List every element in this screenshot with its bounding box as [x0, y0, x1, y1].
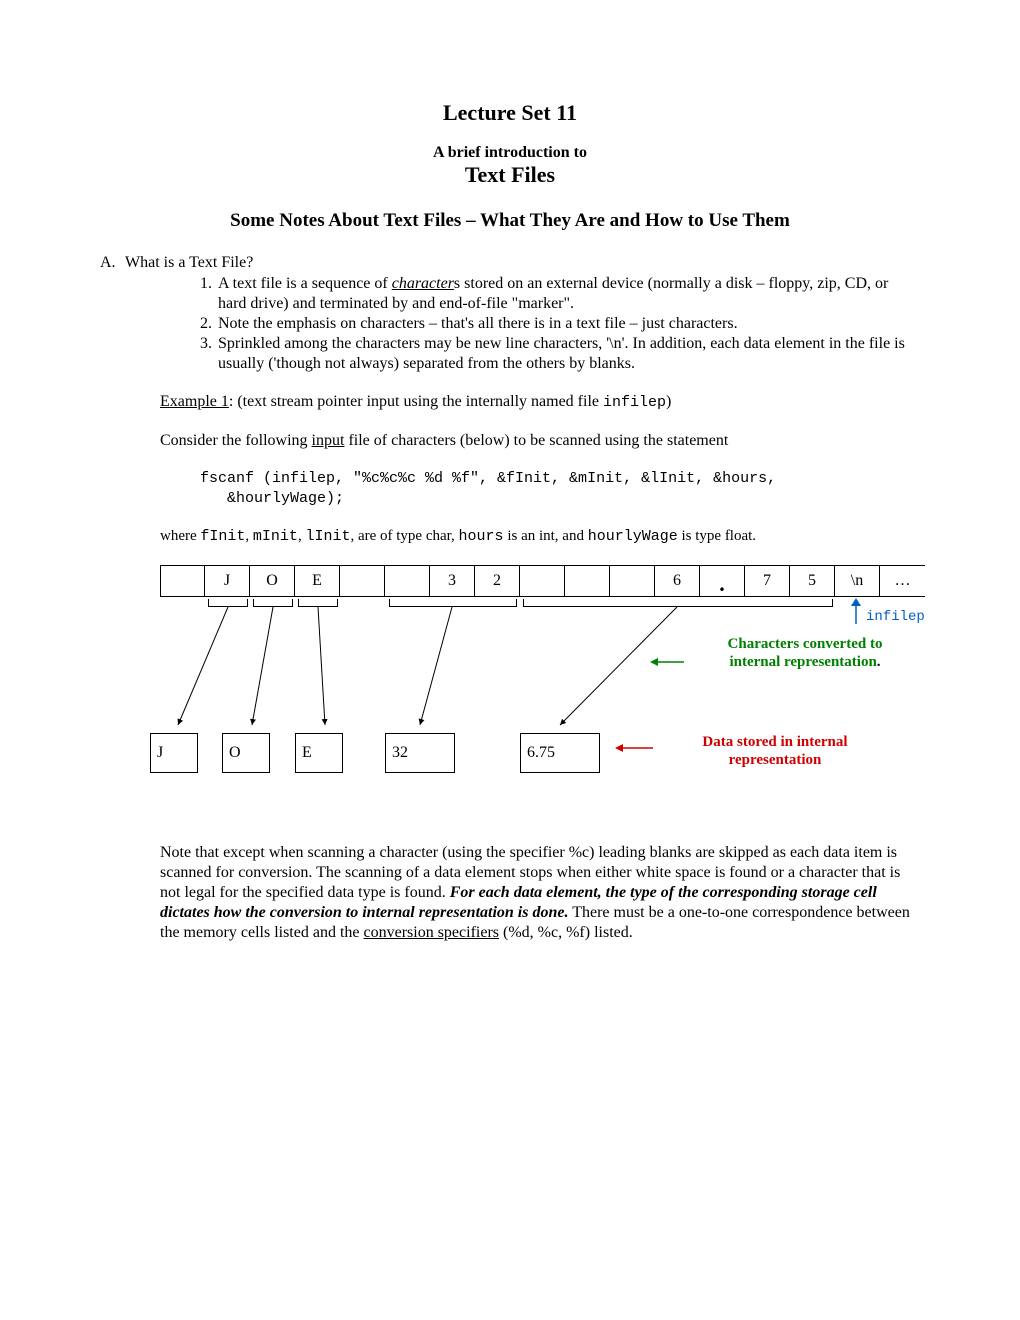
intro-line: A brief introduction to: [100, 144, 920, 162]
subtitle: Some Notes About Text Files – What They …: [100, 210, 920, 232]
stream-cell: 7: [745, 565, 790, 597]
stream-cell: 2: [475, 565, 520, 597]
footer-paragraph: Note that except when scanning a charact…: [160, 843, 920, 943]
stream-cell: J: [205, 565, 250, 597]
section-letter: A.: [100, 254, 125, 272]
example-heading: Example 1: (text stream pointer input us…: [160, 392, 920, 413]
stream-cell: \n: [835, 565, 880, 597]
group-bracket: [208, 599, 248, 607]
stream-cell: [340, 565, 385, 597]
stream-cell: [565, 565, 610, 597]
code-block: fscanf (infilep, "%c%c%c %d %f", &fInit,…: [200, 469, 920, 510]
stream-diagram: J O E 3 2 6 . 7 5 \n …: [160, 565, 920, 825]
red-caption: Data stored in internalrepresentation: [660, 733, 890, 769]
stored-box: 32: [385, 733, 455, 773]
stored-box: J: [150, 733, 198, 773]
char-stream-row: J O E 3 2 6 . 7 5 \n …: [160, 565, 925, 597]
section-a-heading: A.What is a Text File?: [100, 254, 920, 272]
stream-cell: [610, 565, 655, 597]
infilep-arrow-icon: [846, 598, 866, 626]
stream-cell: 6: [655, 565, 700, 597]
group-bracket: [298, 599, 338, 607]
where-line: where fInit, mInit, lInit, are of type c…: [160, 527, 920, 547]
section-heading-text: What is a Text File?: [125, 254, 253, 271]
list-item: A text file is a sequence of characters …: [216, 274, 920, 314]
group-bracket: [389, 599, 517, 607]
stored-box: 6.75: [520, 733, 600, 773]
stream-cell: 5: [790, 565, 835, 597]
stream-cell: 3: [430, 565, 475, 597]
topic-title: Text Files: [100, 162, 920, 188]
stream-cell: O: [250, 565, 295, 597]
group-bracket: [253, 599, 293, 607]
stored-box: E: [295, 733, 343, 773]
stored-box: O: [222, 733, 270, 773]
list-item: Sprinkled among the characters may be ne…: [216, 334, 920, 374]
stream-cell: E: [295, 565, 340, 597]
infilep-label: infilep: [866, 609, 925, 625]
consider-line: Consider the following input file of cha…: [160, 431, 920, 451]
list-item: Note the emphasis on characters – that's…: [216, 314, 920, 334]
stream-cell: .: [700, 565, 745, 597]
stream-cell: …: [880, 565, 925, 597]
section-a-list: A text file is a sequence of characters …: [188, 274, 920, 374]
lecture-title: Lecture Set 11: [100, 100, 920, 126]
stream-cell: [160, 565, 205, 597]
stream-cell: [520, 565, 565, 597]
group-bracket: [523, 599, 833, 607]
green-caption: Characters converted tointernal represen…: [690, 635, 920, 671]
stream-cell: [385, 565, 430, 597]
left-arrow-icon: [615, 741, 655, 755]
